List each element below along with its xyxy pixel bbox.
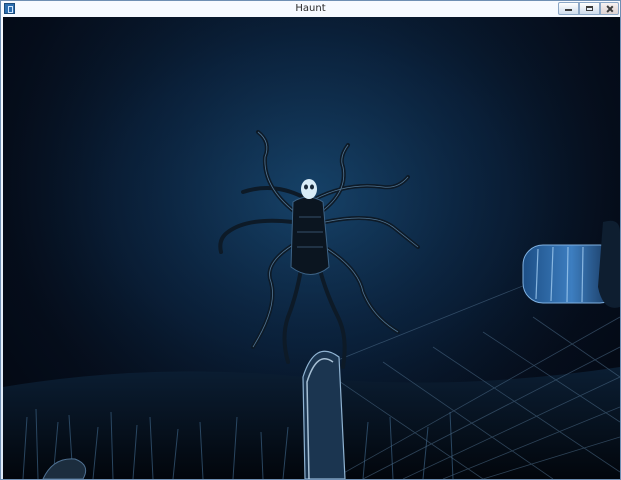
close-button[interactable] <box>600 2 619 15</box>
title-bar[interactable]: Haunt <box>1 1 620 17</box>
game-window: Haunt <box>0 0 621 480</box>
maximize-button[interactable] <box>579 2 600 15</box>
window-title: Haunt <box>295 3 326 14</box>
game-viewport[interactable] <box>3 17 620 479</box>
game-scene <box>3 17 620 479</box>
creature-skull <box>301 179 317 199</box>
minimize-button[interactable] <box>558 2 579 15</box>
